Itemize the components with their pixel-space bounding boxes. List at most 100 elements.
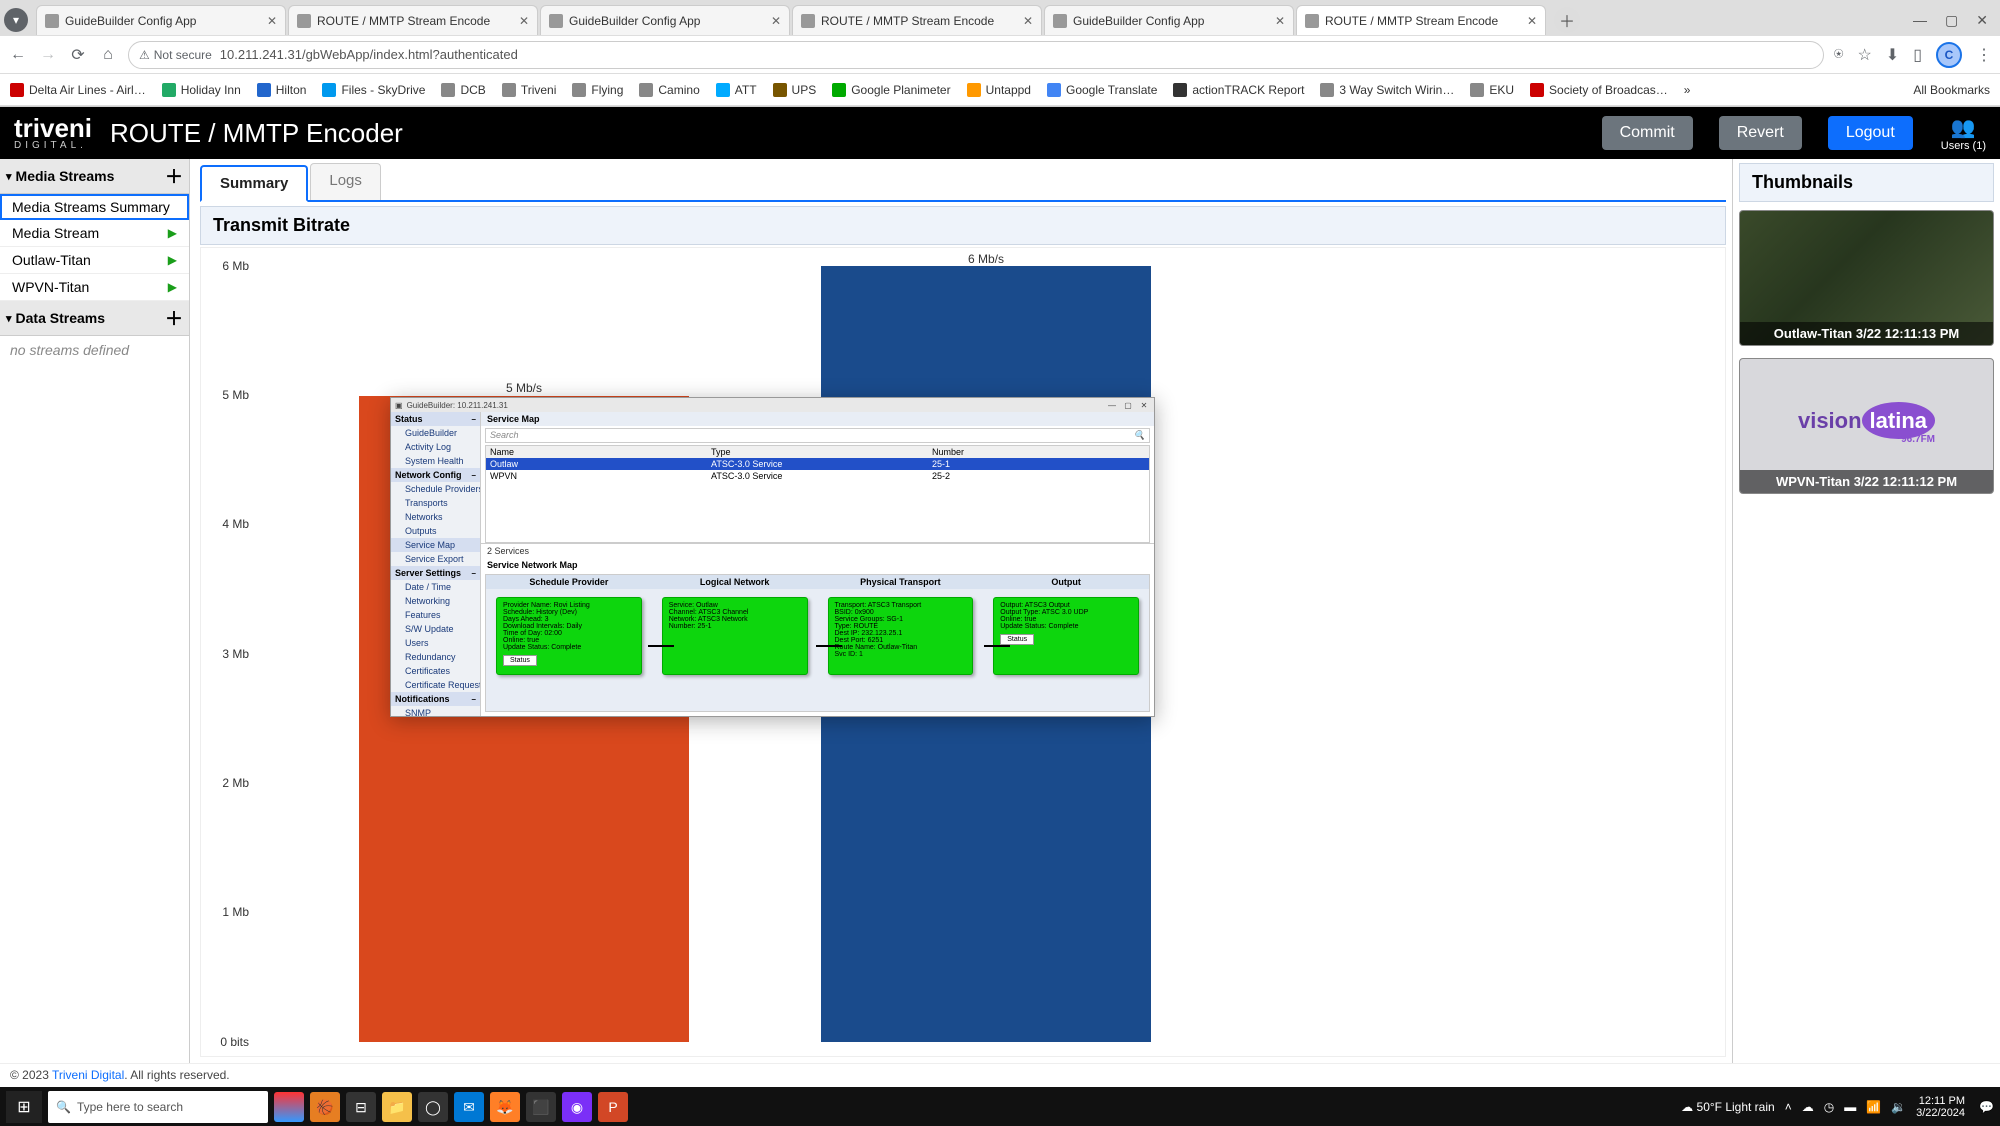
close-icon[interactable]: ✕: [1275, 14, 1285, 28]
overlay-item-selected[interactable]: Service Map: [391, 538, 480, 552]
tabs-dropdown-button[interactable]: ▾: [4, 8, 28, 32]
extension-icon[interactable]: ⍟: [1834, 46, 1844, 64]
bookmark-item[interactable]: ATT: [716, 83, 757, 97]
volume-icon[interactable]: 🔉: [1891, 1100, 1906, 1114]
bookmark-item[interactable]: Flying: [572, 83, 623, 97]
taskbar-clock[interactable]: 12:11 PM 3/22/2024: [1916, 1095, 1969, 1119]
wifi-icon[interactable]: 📶: [1866, 1100, 1881, 1114]
start-button[interactable]: ⊞: [6, 1091, 42, 1123]
sidebar-item-wpvn[interactable]: WPVN-Titan▶: [0, 274, 189, 301]
overlay-item[interactable]: Certificates: [391, 664, 480, 678]
bookmark-item[interactable]: Hilton: [257, 83, 307, 97]
map-card-output[interactable]: Output: ATSC3 Output Output Type: ATSC 3…: [993, 597, 1139, 675]
bookmark-item[interactable]: Files - SkyDrive: [322, 83, 425, 97]
browser-tab-1[interactable]: GuideBuilder Config App✕: [36, 5, 286, 35]
bookmark-item[interactable]: Camino: [639, 83, 699, 97]
taskbar-app-icon[interactable]: [274, 1092, 304, 1122]
overlay-item[interactable]: System Health: [391, 454, 480, 468]
security-badge[interactable]: ⚠ Not secure: [139, 48, 212, 62]
close-icon[interactable]: ✕: [519, 14, 529, 28]
firefox-icon[interactable]: 🦊: [490, 1092, 520, 1122]
panel-icon[interactable]: ▯: [1913, 45, 1922, 65]
tab-summary[interactable]: Summary: [200, 165, 308, 202]
taskbar-app-icon[interactable]: ⬛: [526, 1092, 556, 1122]
close-icon[interactable]: ✕: [1527, 14, 1537, 28]
overlay-section-server[interactable]: Server Settings–: [391, 566, 480, 580]
browser-tab-6[interactable]: ROUTE / MMTP Stream Encode✕: [1296, 5, 1546, 35]
tab-logs[interactable]: Logs: [310, 163, 381, 200]
browser-tab-5[interactable]: GuideBuilder Config App✕: [1044, 5, 1294, 35]
taskbar-search[interactable]: 🔍 Type here to search: [48, 1091, 268, 1123]
thumbnail-outlaw[interactable]: Outlaw-Titan 3/22 12:11:13 PM: [1739, 210, 1994, 346]
overlay-section-network[interactable]: Network Config–: [391, 468, 480, 482]
revert-button[interactable]: Revert: [1719, 116, 1802, 150]
overlay-item[interactable]: S/W Update: [391, 622, 480, 636]
map-card-physical-transport[interactable]: Transport: ATSC3 Transport BSID: 0x900 S…: [828, 597, 974, 675]
bookmark-item[interactable]: Google Planimeter: [832, 83, 950, 97]
bookmark-item[interactable]: actionTRACK Report: [1173, 83, 1304, 97]
browser-tab-4[interactable]: ROUTE / MMTP Stream Encode✕: [792, 5, 1042, 35]
maximize-icon[interactable]: ▢: [1945, 12, 1958, 29]
notifications-icon[interactable]: 💬: [1979, 1100, 1994, 1114]
users-badge[interactable]: 👥 Users (1): [1941, 115, 1986, 152]
task-view-icon[interactable]: ⊟: [346, 1092, 376, 1122]
sidebar-section-data[interactable]: ▾ Data Streams ＋: [0, 301, 189, 336]
bookmark-item[interactable]: Holiday Inn: [162, 83, 241, 97]
overlay-item[interactable]: Certificate Request: [391, 678, 480, 692]
overlay-item[interactable]: Date / Time: [391, 580, 480, 594]
overlay-titlebar[interactable]: ▣ GuideBuilder: 10.211.241.31 — ▢ ✕: [391, 398, 1154, 412]
overlay-item[interactable]: Schedule Providers: [391, 482, 480, 496]
bookmark-item[interactable]: EKU: [1470, 83, 1514, 97]
chrome-icon[interactable]: ◯: [418, 1092, 448, 1122]
url-input[interactable]: ⚠ Not secure 10.211.241.31/gbWebApp/inde…: [128, 41, 1824, 69]
bookmark-item[interactable]: Google Translate: [1047, 83, 1157, 97]
overlay-item[interactable]: GuideBuilder: [391, 426, 480, 440]
overlay-item[interactable]: Activity Log: [391, 440, 480, 454]
bookmark-item[interactable]: UPS: [773, 83, 817, 97]
taskbar-app-icon[interactable]: ◉: [562, 1092, 592, 1122]
footer-link[interactable]: Triveni Digital: [52, 1068, 124, 1082]
add-media-stream-button[interactable]: ＋: [165, 163, 183, 189]
tray-icon[interactable]: ◷: [1824, 1100, 1834, 1114]
overlay-close-icon[interactable]: ✕: [1138, 401, 1150, 410]
close-window-icon[interactable]: ✕: [1976, 12, 1988, 29]
close-icon[interactable]: ✕: [771, 14, 781, 28]
map-card-logical-network[interactable]: Service: Outlaw Channel: ATSC3 Channel N…: [662, 597, 808, 675]
download-icon[interactable]: ⬇: [1886, 45, 1899, 65]
overlay-item[interactable]: Networking: [391, 594, 480, 608]
back-icon[interactable]: ←: [8, 45, 28, 65]
overlay-search-input[interactable]: Search🔍: [485, 428, 1150, 443]
overlay-item[interactable]: Networks: [391, 510, 480, 524]
logout-button[interactable]: Logout: [1828, 116, 1913, 150]
forward-icon[interactable]: →: [38, 45, 58, 65]
onedrive-icon[interactable]: ☁: [1802, 1100, 1814, 1114]
taskbar-app-icon[interactable]: 🏀: [310, 1092, 340, 1122]
bookmark-item[interactable]: DCB: [441, 83, 485, 97]
menu-icon[interactable]: ⋮: [1976, 45, 1992, 65]
sidebar-item-outlaw[interactable]: Outlaw-Titan▶: [0, 247, 189, 274]
bookmarks-overflow-icon[interactable]: »: [1684, 83, 1691, 97]
table-row[interactable]: Outlaw ATSC-3.0 Service 25-1: [486, 458, 1149, 470]
status-button[interactable]: Status: [503, 655, 537, 666]
overlay-minimize-icon[interactable]: —: [1106, 401, 1118, 410]
add-data-stream-button[interactable]: ＋: [165, 305, 183, 331]
overlay-section-notif[interactable]: Notifications–: [391, 692, 480, 706]
status-button[interactable]: Status: [1000, 634, 1034, 645]
weather-widget[interactable]: ☁ 50°F Light rain: [1681, 1100, 1775, 1114]
file-explorer-icon[interactable]: 📁: [382, 1092, 412, 1122]
powerpoint-icon[interactable]: P: [598, 1092, 628, 1122]
close-icon[interactable]: ✕: [1023, 14, 1033, 28]
browser-tab-2[interactable]: ROUTE / MMTP Stream Encode✕: [288, 5, 538, 35]
home-icon[interactable]: ⌂: [98, 45, 118, 65]
all-bookmarks-button[interactable]: All Bookmarks: [1908, 83, 1990, 97]
overlay-item[interactable]: Redundancy: [391, 650, 480, 664]
battery-icon[interactable]: ▬: [1844, 1100, 1856, 1114]
overlay-item[interactable]: Service Export: [391, 552, 480, 566]
overlay-item[interactable]: Users: [391, 636, 480, 650]
guidebuilder-window[interactable]: ▣ GuideBuilder: 10.211.241.31 — ▢ ✕ Stat…: [390, 397, 1155, 717]
browser-tab-3[interactable]: GuideBuilder Config App✕: [540, 5, 790, 35]
star-icon[interactable]: ☆: [1857, 45, 1871, 65]
overlay-item[interactable]: Transports: [391, 496, 480, 510]
bookmark-item[interactable]: Delta Air Lines - Airl…: [10, 83, 146, 97]
table-row[interactable]: WPVN ATSC-3.0 Service 25-2: [486, 470, 1149, 482]
